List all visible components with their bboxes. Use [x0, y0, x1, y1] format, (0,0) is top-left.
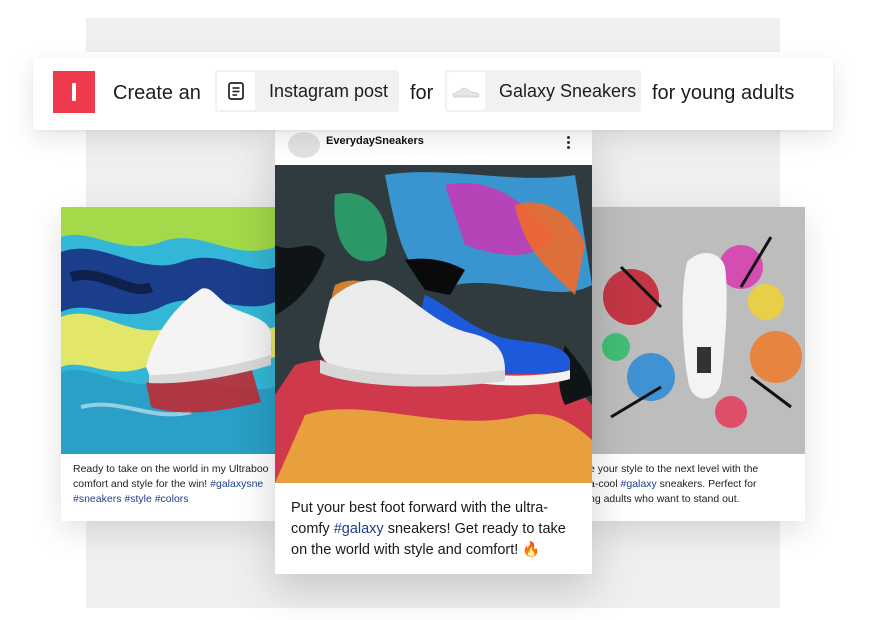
prompt-text-create: Create an [113, 82, 201, 104]
hashtag-link[interactable]: #galaxy [334, 521, 384, 537]
prompt-text-for: for [410, 82, 434, 104]
main-post-caption: Put your best foot forward with the ultr… [291, 500, 566, 558]
right-caption-line2: a-cool #galaxy sneakers. Perfect for [591, 478, 757, 490]
avatar[interactable] [288, 132, 320, 158]
right-caption-line3: ng adults who want to stand out. [591, 493, 740, 505]
left-post-caption: Ready to take on the world in my Ultrabo… [73, 462, 275, 507]
post-username[interactable]: EverydaySneakers [326, 135, 424, 147]
main-post-card[interactable]: EverydaySneakers Put your best foot forw… [275, 128, 592, 574]
left-caption-line1: Ready to take on the world in my Ultrabo… [73, 463, 269, 475]
post-header: EverydaySneakers [275, 128, 592, 164]
product-label: Galaxy Sneakers [499, 80, 637, 101]
left-post-image [61, 207, 275, 454]
hashtag-link[interactable]: #galaxysne [210, 478, 263, 490]
left-caption-line2: comfort and style for the win! #galaxysn… [73, 478, 264, 490]
hashtag-link[interactable]: #sneakers #style #colors [73, 492, 275, 507]
post-type-chip[interactable]: Instagram post [215, 70, 399, 112]
left-post-card[interactable]: Ready to take on the world in my Ultrabo… [61, 207, 275, 521]
hashtag-link[interactable]: #galaxy [621, 478, 657, 490]
more-options-icon[interactable] [565, 136, 571, 152]
document-icon [217, 72, 255, 110]
product-chip[interactable]: Galaxy Sneakers [445, 70, 641, 112]
background-strip [86, 18, 780, 52]
right-post-caption: e your style to the next level with the … [591, 462, 805, 507]
post-type-label: Instagram post [269, 80, 389, 101]
brand-logo [53, 71, 95, 113]
right-post-image [591, 207, 805, 454]
main-post-image [275, 165, 592, 483]
prompt-text-audience: for young adults [652, 82, 795, 104]
right-post-card[interactable]: e your style to the next level with the … [591, 207, 805, 521]
prompt-bar: Create an Instagram post for Galaxy Snea… [33, 58, 833, 130]
right-caption-line1: e your style to the next level with the [591, 463, 759, 475]
sneaker-thumbnail-icon [447, 72, 485, 110]
